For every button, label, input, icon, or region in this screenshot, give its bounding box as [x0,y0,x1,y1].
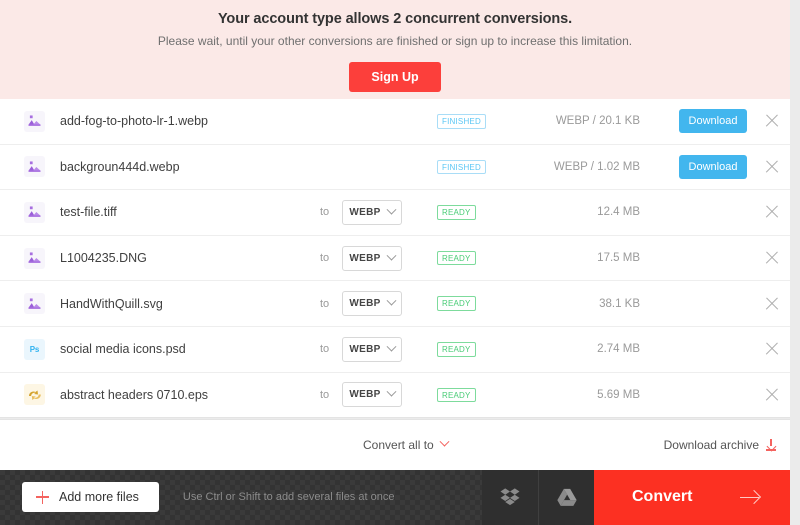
output-format-value: WEBP [349,389,381,401]
arrow-right-icon [740,490,760,504]
convert-label: Convert [632,488,693,506]
output-format-select[interactable]: WEBP [342,291,402,317]
remove-file-button[interactable] [764,341,780,357]
file-name: social media icons.psd [60,342,186,357]
output-format-select[interactable]: WEBP [342,245,402,271]
remove-file-button[interactable] [764,250,780,266]
output-format-value: WEBP [349,298,381,310]
google-drive-icon [556,488,577,506]
eps-file-icon [24,384,45,406]
eps-glyph [28,390,41,400]
file-size: 2.74 MB [597,343,640,356]
to-label: to [320,343,330,356]
status-badge: FINISHED [437,114,486,129]
status-badge: READY [437,205,476,220]
file-converter-page: Your account type allows 2 concurrent co… [0,0,800,525]
remove-file-button[interactable] [764,159,780,175]
image-glyph [28,206,41,218]
file-name: L1004235.DNG [60,251,147,266]
remove-file-button[interactable] [764,113,780,129]
file-size: 5.69 MB [597,388,640,401]
image-file-icon [24,156,45,178]
file-size: 12.4 MB [597,206,640,219]
file-row: backgroun444d.webp FINISHED WEBP / 1.02 MB… [0,145,790,191]
download-button[interactable]: Download [679,109,747,134]
remove-file-button[interactable] [764,387,780,403]
image-glyph [28,115,41,127]
image-file-icon [24,201,45,223]
status-badge: READY [437,342,476,357]
image-file-icon [24,110,45,132]
list-footer: Convert all to Download archive [0,418,790,470]
file-row: add-fog-to-photo-lr-1.webp FINISHED WEBP /… [0,99,790,145]
file-name: backgroun444d.webp [60,159,180,174]
image-glyph [28,161,41,172]
remove-file-button[interactable] [764,296,780,312]
output-format-select[interactable]: WEBP [342,199,402,225]
to-label: to [320,297,330,310]
to-label: to [320,252,330,265]
cloud-import-buttons [482,469,594,525]
status-badge: FINISHED [437,159,486,175]
file-size: 17.5 MB [597,252,640,265]
file-name: test-file.tiff [60,205,117,220]
chevron-down-icon [386,250,397,261]
file-name: abstract headers 0710.eps [60,387,209,402]
chevron-down-icon [386,387,397,397]
chevron-down-icon [439,436,450,447]
file-name: HandWithQuill.svg [60,296,163,311]
to-label: to [320,206,330,219]
file-row: HandWithQuill.svg to WEBP READY 38.1 KB [0,281,790,327]
sign-up-button[interactable]: Sign Up [349,62,441,92]
remove-file-button[interactable] [764,204,780,220]
image-file-icon [24,293,45,315]
file-row: abstract headers 0710.eps to WEBP READY 5.69… [0,373,790,419]
image-glyph [28,252,41,263]
output-format-value: WEBP [349,252,381,264]
plus-icon [36,490,49,504]
output-format-value: WEBP [349,206,381,218]
add-more-files-button[interactable]: Add more files [22,482,159,513]
status-badge: READY [437,250,476,266]
output-format-select[interactable]: WEBP [342,382,402,408]
file-size: WEBP / 1.02 MB [553,160,640,173]
photoshop-file-icon: Ps [24,338,45,360]
download-button[interactable]: Download [679,154,747,179]
chevron-down-icon [386,295,397,306]
file-row: Ps social media icons.psd to WEBP READY 2.74 … [0,327,790,373]
file-row: L1004235.DNG to WEBP READY 17.5 MB [0,236,790,282]
output-format-value: WEBP [349,343,381,355]
convert-all-to-label: Convert all to [363,437,434,452]
chevron-down-icon [386,204,397,215]
file-row: test-file.tiff to WEBP READY 12.4 MB [0,190,790,236]
download-icon [766,438,776,451]
chevron-down-icon [386,341,397,352]
psd-label: Ps [29,344,40,354]
status-badge: READY [437,387,476,403]
google-drive-button[interactable] [538,469,594,525]
bottom-action-bar: Add more files Use Ctrl or Shift to add … [0,469,790,525]
status-badge: READY [437,296,476,311]
image-file-icon [24,247,45,269]
file-list: add-fog-to-photo-lr-1.webp FINISHED WEBP /… [0,99,790,419]
output-format-select[interactable]: WEBP [342,336,402,362]
banner-subtitle: Please wait, until your other conversion… [157,34,633,48]
dropbox-button[interactable] [482,469,538,525]
file-name: add-fog-to-photo-lr-1.webp [60,114,208,129]
convert-all-to-dropdown[interactable]: Convert all to [363,436,450,452]
add-more-files-label: Add more files [59,490,139,505]
download-archive-label: Download archive [663,437,759,452]
image-glyph [28,298,41,309]
to-label: to [320,388,330,401]
banner-title: Your account type allows 2 concurrent co… [217,11,573,27]
download-archive-link[interactable]: Download archive [664,438,776,452]
multiselect-hint: Use Ctrl or Shift to add several files a… [182,491,395,504]
dropbox-icon [500,488,520,505]
file-size: WEBP / 20.1 KB [555,115,640,128]
convert-button[interactable]: Convert [594,469,790,525]
account-limit-banner: Your account type allows 2 concurrent co… [0,0,790,99]
file-size: 38.1 KB [599,297,640,310]
